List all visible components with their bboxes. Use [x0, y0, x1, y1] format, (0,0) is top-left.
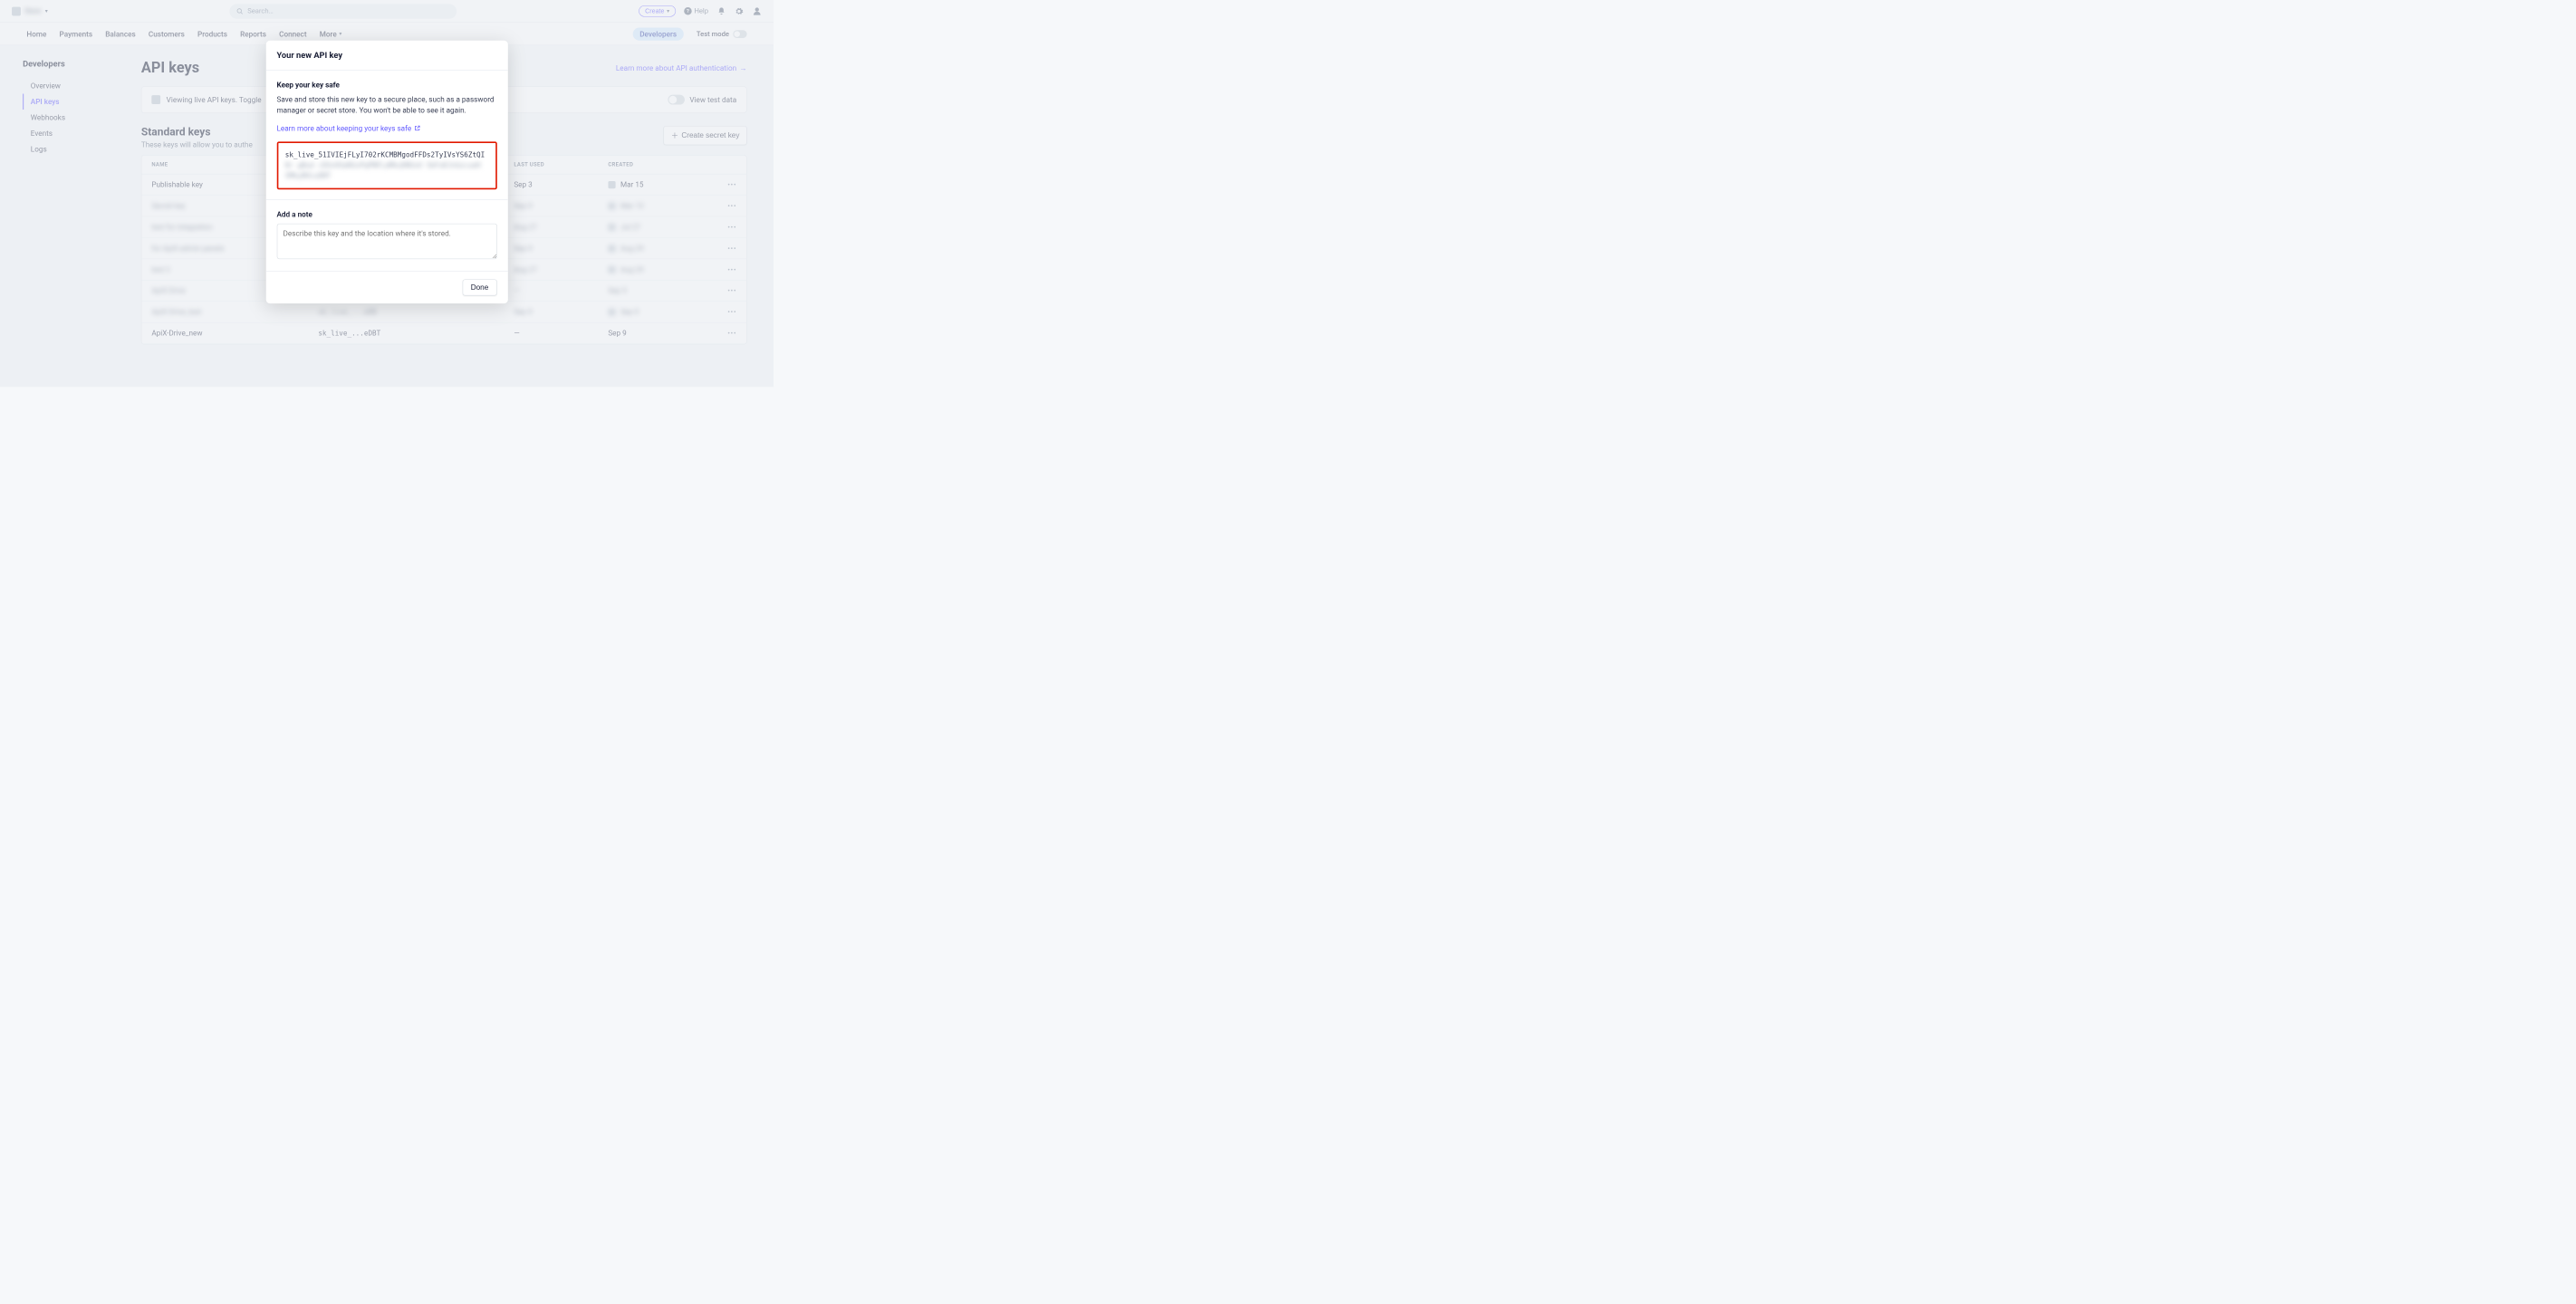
modal-title: Your new API key [265, 41, 507, 71]
keep-safe-text: Save and store this new key to a secure … [276, 94, 496, 116]
learn-more-keys-link[interactable]: Learn more about keeping your keys safe [276, 124, 420, 133]
new-api-key-modal: Your new API key Keep your key safe Save… [265, 41, 507, 303]
external-link-icon [414, 125, 420, 131]
keep-safe-title: Keep your key safe [276, 81, 496, 90]
api-key-display[interactable]: sk_live_51IVIEjFLyI702rKCMBMgodFFDs2TyIV… [276, 141, 496, 189]
api-key-value: sk_live_51IVIEjFLyI702rKCMBMgodFFDs2TyIV… [285, 149, 489, 160]
note-title: Add a note [276, 209, 496, 218]
modal-backdrop[interactable]: Your new API key Keep your key safe Save… [0, 0, 774, 387]
done-button[interactable]: Done [462, 279, 496, 295]
api-key-blurred: Br gBud cDSnOSaRGvPqPNFLaMkuDNSoU SbFuKJ… [285, 160, 489, 182]
note-textarea[interactable] [276, 224, 496, 259]
